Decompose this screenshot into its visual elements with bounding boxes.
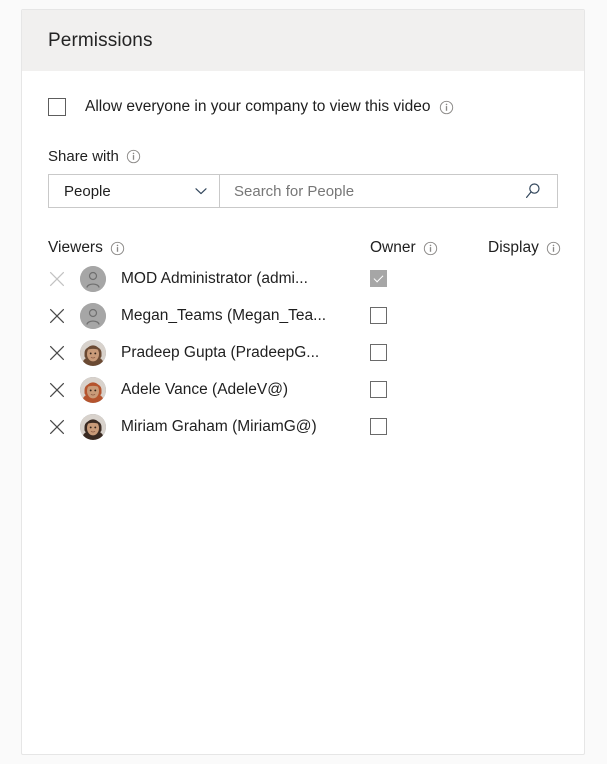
avatar bbox=[80, 265, 106, 292]
owner-cell bbox=[370, 381, 488, 398]
owner-cell bbox=[370, 344, 488, 361]
share-with-label: Share with bbox=[48, 148, 119, 165]
viewers-table: Viewers Owner Display MOD Administrator … bbox=[48, 236, 561, 445]
allow-everyone-checkbox[interactable] bbox=[48, 98, 66, 116]
owner-cell bbox=[370, 270, 488, 287]
info-icon[interactable] bbox=[110, 241, 125, 256]
allow-everyone-row[interactable]: Allow everyone in your company to view t… bbox=[48, 71, 558, 116]
close-icon[interactable] bbox=[48, 307, 66, 325]
share-controls: People bbox=[48, 174, 558, 208]
page-title: Permissions bbox=[48, 29, 153, 51]
table-row: Megan_Teams (Megan_Tea... bbox=[48, 297, 558, 334]
search-icon[interactable] bbox=[523, 181, 543, 201]
owner-cell bbox=[370, 307, 488, 324]
viewer-cell: Miriam Graham (MiriamG@) bbox=[48, 413, 370, 440]
search-box[interactable] bbox=[220, 174, 558, 208]
column-header-viewers: Viewers bbox=[48, 239, 370, 257]
column-header-owner: Owner bbox=[370, 239, 488, 257]
owner-checkbox[interactable] bbox=[370, 381, 387, 398]
allow-everyone-label: Allow everyone in your company to view t… bbox=[85, 98, 431, 115]
owner-checkbox[interactable] bbox=[370, 307, 387, 324]
table-header-row: Viewers Owner Display bbox=[48, 236, 561, 260]
avatar bbox=[80, 302, 106, 329]
search-input[interactable] bbox=[234, 182, 523, 200]
viewer-cell: MOD Administrator (admi... bbox=[48, 265, 370, 292]
share-with-label-row: Share with bbox=[48, 148, 558, 165]
info-icon[interactable] bbox=[126, 149, 141, 164]
info-icon[interactable] bbox=[546, 241, 561, 256]
owner-checkbox bbox=[370, 270, 387, 287]
table-row: Adele Vance (AdeleV@) bbox=[48, 371, 558, 408]
table-row: Miriam Graham (MiriamG@) bbox=[48, 408, 558, 445]
owner-checkbox[interactable] bbox=[370, 418, 387, 435]
column-header-owner-label: Owner bbox=[370, 239, 416, 256]
avatar bbox=[80, 376, 106, 403]
column-header-viewers-label: Viewers bbox=[48, 239, 103, 256]
viewer-name: Adele Vance (AdeleV@) bbox=[121, 380, 289, 398]
viewer-rows: MOD Administrator (admi... Megan_Teams (M… bbox=[48, 260, 558, 445]
viewer-name: Pradeep Gupta (PradeepG... bbox=[121, 343, 320, 361]
share-with-select[interactable]: People bbox=[48, 174, 220, 208]
permissions-panel: Permissions Allow everyone in your compa… bbox=[21, 9, 585, 755]
owner-checkbox[interactable] bbox=[370, 344, 387, 361]
table-row: MOD Administrator (admi... bbox=[48, 260, 558, 297]
chevron-down-icon bbox=[193, 183, 209, 199]
panel-body: Allow everyone in your company to view t… bbox=[22, 71, 584, 445]
viewer-cell: Pradeep Gupta (PradeepG... bbox=[48, 339, 370, 366]
close-icon[interactable] bbox=[48, 381, 66, 399]
viewer-name: Megan_Teams (Megan_Tea... bbox=[121, 306, 327, 324]
viewer-name: Miriam Graham (MiriamG@) bbox=[121, 417, 317, 435]
column-header-display: Display bbox=[488, 239, 561, 257]
info-icon[interactable] bbox=[423, 241, 438, 256]
table-row: Pradeep Gupta (PradeepG... bbox=[48, 334, 558, 371]
viewer-cell: Megan_Teams (Megan_Tea... bbox=[48, 302, 370, 329]
info-icon[interactable] bbox=[439, 100, 454, 115]
avatar bbox=[80, 339, 106, 366]
column-header-display-label: Display bbox=[488, 239, 539, 256]
viewer-name: MOD Administrator (admi... bbox=[121, 269, 308, 287]
owner-cell bbox=[370, 418, 488, 435]
share-with-select-value: People bbox=[64, 182, 111, 200]
close-icon bbox=[48, 270, 66, 288]
viewer-cell: Adele Vance (AdeleV@) bbox=[48, 376, 370, 403]
avatar bbox=[80, 413, 106, 440]
panel-header: Permissions bbox=[22, 10, 584, 71]
close-icon[interactable] bbox=[48, 418, 66, 436]
close-icon[interactable] bbox=[48, 344, 66, 362]
